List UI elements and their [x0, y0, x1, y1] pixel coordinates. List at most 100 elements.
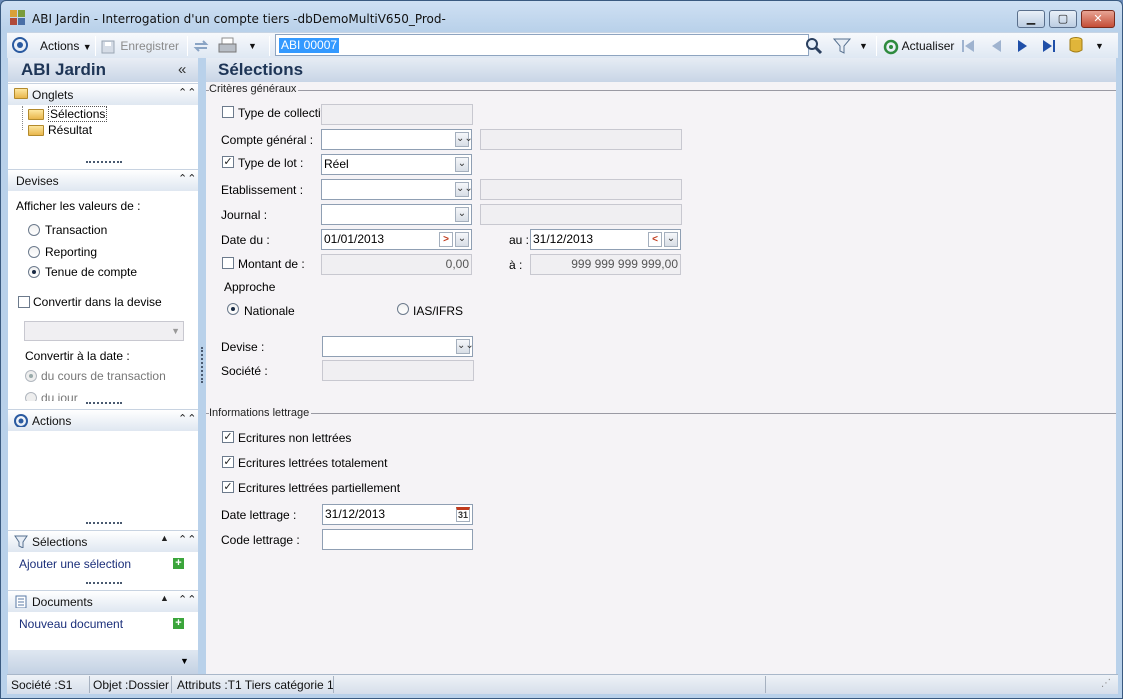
chevron-down-icon[interactable]: ⌄	[455, 157, 469, 172]
lettrees-partiellement-checkbox[interactable]: ✓	[222, 481, 234, 493]
maximize-button[interactable]: ▢	[1049, 10, 1077, 28]
radio-cours-transaction[interactable]	[25, 370, 37, 382]
actions-menu[interactable]: Actions ▼	[40, 36, 92, 56]
chevron-down-icon[interactable]: ▼	[180, 656, 189, 666]
section-resize-grip[interactable]	[86, 522, 122, 525]
first-record-icon[interactable]	[960, 38, 976, 58]
group-divider	[206, 413, 1116, 414]
tab-resultat[interactable]: Résultat	[28, 123, 92, 137]
new-document-icon[interactable]: +	[173, 618, 184, 629]
radio-transaction[interactable]	[28, 224, 40, 236]
compte-general-field[interactable]: ⌄⌄	[321, 129, 472, 150]
societe-label: Société :	[221, 364, 268, 378]
montant-to-field[interactable]: 999 999 999 999,00	[530, 254, 681, 275]
database-dropdown-icon[interactable]: ▼	[1095, 36, 1104, 56]
chevron-down-icon[interactable]: ⌄	[455, 207, 469, 222]
type-lot-select[interactable]: Réel ⌄	[321, 154, 472, 175]
montant-to-label: à :	[509, 258, 523, 272]
date-du-field[interactable]: 01/01/2013 > ⌄	[321, 229, 472, 250]
toolbar: Actions ▼ Enregistrer ▼ ABI 00007 ▼ Actu…	[7, 32, 1118, 58]
filter-dropdown-icon[interactable]: ▼	[859, 36, 868, 56]
chevron-down-icon[interactable]: ⌄	[664, 232, 678, 247]
sync-icon[interactable]	[192, 37, 210, 57]
montant-from-field[interactable]: 0,00	[321, 254, 472, 275]
convert-currency-checkbox[interactable]	[18, 296, 30, 308]
journal-field[interactable]: ⌄	[321, 204, 472, 225]
radio-ias-ifrs[interactable]	[397, 303, 409, 315]
double-chevron-down-icon[interactable]: ⌄⌄	[456, 339, 472, 354]
societe-field[interactable]	[322, 360, 474, 381]
expand-up-icon[interactable]: ▲	[160, 593, 169, 603]
refresh-button[interactable]: Actualiser	[883, 36, 954, 56]
criteria-group-title: Critères généraux	[209, 83, 299, 95]
collapse-section-icon[interactable]: ⌃⌃	[178, 172, 196, 185]
save-button[interactable]: Enregistrer	[101, 36, 179, 56]
new-document-link[interactable]: Nouveau document	[19, 617, 123, 631]
radio-du-jour[interactable]	[25, 392, 37, 401]
type-lot-checkbox[interactable]: ✓	[222, 156, 234, 168]
date-forward-icon[interactable]: >	[439, 232, 453, 247]
radio-reporting[interactable]	[28, 246, 40, 258]
last-record-icon[interactable]	[1041, 38, 1057, 58]
devises-section-header[interactable]: Devises ⌃⌃	[8, 169, 198, 191]
status-separator	[89, 676, 90, 693]
section-resize-grip[interactable]	[86, 402, 122, 405]
chevron-down-icon: ▼	[82, 42, 92, 52]
minimize-button[interactable]: ▁	[1017, 10, 1045, 28]
date-back-icon[interactable]: <	[648, 232, 662, 247]
chevron-down-icon[interactable]: ⌄	[455, 232, 469, 247]
calendar-icon[interactable]: 31	[456, 507, 470, 522]
collapse-section-icon[interactable]: ⌃⌃	[178, 86, 196, 99]
status-societe: Société :S1	[11, 678, 73, 692]
devise-field[interactable]: ⌄⌄	[322, 336, 473, 357]
previous-record-icon[interactable]	[988, 38, 1004, 58]
lettrees-totalement-checkbox[interactable]: ✓	[222, 456, 234, 468]
search-icon[interactable]	[805, 37, 823, 57]
database-icon[interactable]	[1068, 36, 1084, 56]
account-search-input[interactable]: ABI 00007	[275, 34, 809, 56]
title-bar: ABI Jardin - Interrogation d'un compte t…	[1, 1, 1122, 31]
account-search-value: ABI 00007	[279, 38, 340, 53]
collapse-section-icon[interactable]: ⌃⌃	[178, 593, 196, 606]
expand-up-icon[interactable]: ▲	[160, 533, 169, 543]
filter-icon[interactable]	[833, 37, 851, 57]
print-dropdown-icon[interactable]: ▼	[248, 36, 257, 56]
section-resize-grip[interactable]	[86, 161, 122, 164]
code-lettrage-field[interactable]	[322, 529, 473, 550]
type-lot-label: Type de lot :	[238, 156, 304, 170]
selections-label: Sélections	[32, 535, 88, 549]
documents-section-header[interactable]: Documents ▲ ⌃⌃	[8, 590, 198, 612]
date-lettrage-field[interactable]: 31/12/2013 31	[322, 504, 473, 525]
convert-date-label: Convertir à la date :	[25, 349, 130, 363]
radio-nationale[interactable]	[227, 303, 239, 315]
non-lettrees-checkbox[interactable]: ✓	[222, 431, 234, 443]
etablissement-field[interactable]: ⌄⌄	[321, 179, 472, 200]
collapse-section-icon[interactable]: ⌃⌃	[178, 412, 196, 425]
montant-checkbox[interactable]	[222, 257, 234, 269]
print-icon[interactable]	[218, 37, 238, 57]
type-collectif-field[interactable]	[321, 104, 473, 125]
radio-tenue-de-compte[interactable]	[28, 266, 40, 278]
collapse-section-icon[interactable]: ⌃⌃	[178, 533, 196, 546]
add-selection-icon[interactable]: +	[173, 558, 184, 569]
convert-currency-select[interactable]: ▼	[24, 321, 184, 341]
main-panel: Sélections Critères généraux Type de col…	[206, 58, 1116, 674]
target-icon[interactable]	[11, 36, 29, 56]
section-resize-grip[interactable]	[86, 582, 122, 585]
type-collectif-checkbox[interactable]	[222, 106, 234, 118]
date-au-field[interactable]: 31/12/2013 < ⌄	[530, 229, 681, 250]
add-selection-link[interactable]: Ajouter une sélection	[19, 557, 131, 571]
application-window: ABI Jardin - Interrogation d'un compte t…	[0, 0, 1123, 699]
actions-section-header[interactable]: Actions ⌃⌃	[8, 409, 198, 431]
double-chevron-down-icon[interactable]: ⌄⌄	[455, 132, 471, 147]
tab-selections[interactable]: Sélections	[28, 106, 108, 122]
close-button[interactable]: ✕	[1081, 10, 1115, 28]
resize-grip-icon[interactable]: ⋰	[1101, 678, 1111, 689]
collapse-sidebar-icon[interactable]: «	[178, 61, 186, 78]
open-folder-icon	[28, 109, 44, 121]
next-record-icon[interactable]	[1015, 38, 1031, 58]
double-chevron-down-icon[interactable]: ⌄⌄	[455, 182, 471, 197]
panel-splitter[interactable]	[201, 347, 203, 383]
onglets-section-header[interactable]: Onglets ⌃⌃	[8, 83, 198, 105]
selections-section-header[interactable]: Sélections ▲ ⌃⌃	[8, 530, 198, 552]
